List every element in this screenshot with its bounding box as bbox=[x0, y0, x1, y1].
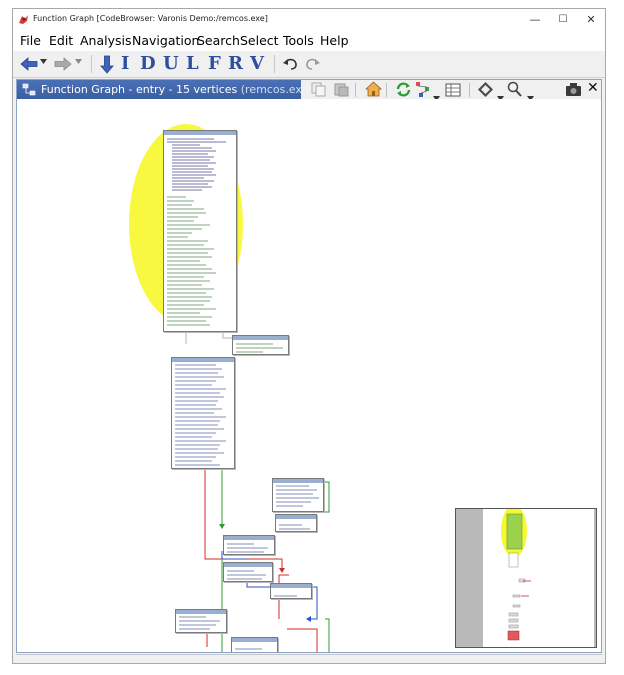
window-title: Function Graph [CodeBrowser: Varonis Dem… bbox=[33, 14, 268, 23]
next-label-button[interactable]: L bbox=[186, 53, 199, 74]
undo-button[interactable] bbox=[281, 54, 299, 74]
vertex-block-6[interactable] bbox=[223, 562, 273, 582]
menu-analysis[interactable]: Analysis bbox=[80, 33, 132, 48]
toolbar-separator bbox=[274, 55, 275, 73]
forward-history-dropdown[interactable] bbox=[75, 59, 82, 79]
menu-bar: File Edit Analysis Navigation Search Sel… bbox=[13, 31, 605, 51]
maximize-button[interactable]: ☐ bbox=[549, 9, 577, 31]
menu-navigation[interactable]: Navigation bbox=[132, 33, 199, 48]
next-function-button[interactable]: F bbox=[208, 53, 221, 74]
vertex-block-7[interactable] bbox=[270, 583, 312, 599]
panel-title: Function Graph - entry - 15 vertices (re… bbox=[41, 83, 313, 96]
dropdown-arrow-icon bbox=[40, 59, 47, 64]
vertex-header bbox=[224, 536, 274, 540]
copy-icon bbox=[311, 82, 326, 97]
vertex-code-lines bbox=[235, 648, 262, 650]
navigate-back-button[interactable] bbox=[19, 54, 39, 74]
vertex-header bbox=[233, 336, 288, 340]
vertex-header bbox=[276, 515, 316, 519]
function-graph-icon bbox=[22, 83, 36, 96]
vertex-code-lines bbox=[276, 485, 319, 507]
next-data-button[interactable]: D bbox=[140, 53, 156, 74]
satellite-overview[interactable] bbox=[455, 505, 597, 648]
minimize-button[interactable]: — bbox=[521, 9, 549, 31]
dropdown-arrow-icon bbox=[75, 59, 82, 64]
edge-true-4 bbox=[325, 618, 330, 652]
vertex-code-lines bbox=[279, 524, 310, 530]
panel-title-bar: Function Graph - entry - 15 vertices (re… bbox=[17, 80, 601, 101]
arrow-down-icon bbox=[100, 55, 114, 74]
vertex-header bbox=[271, 584, 311, 588]
next-different-value-button[interactable]: V bbox=[250, 53, 264, 74]
vertex-block-2[interactable] bbox=[171, 357, 235, 469]
vertex-block-8[interactable] bbox=[175, 609, 227, 633]
arrow-left-icon bbox=[20, 57, 38, 71]
toolbar-separator bbox=[91, 55, 92, 73]
menu-select[interactable]: Select bbox=[240, 33, 279, 48]
vertex-block-9[interactable] bbox=[231, 637, 278, 652]
vertex-code-lines bbox=[167, 138, 226, 326]
vertex-code-lines bbox=[175, 364, 226, 466]
graph-canvas[interactable] bbox=[17, 99, 601, 652]
title-bar: Function Graph [CodeBrowser: Varonis Dem… bbox=[13, 9, 605, 31]
vertex-header bbox=[232, 638, 277, 642]
back-history-dropdown[interactable] bbox=[40, 59, 47, 79]
paste-icon bbox=[334, 83, 349, 97]
diamond-arrows-icon bbox=[478, 82, 493, 97]
edge-false-4 bbox=[287, 628, 318, 652]
vertex-block-1[interactable] bbox=[232, 335, 289, 355]
vertex-block-5[interactable] bbox=[223, 535, 275, 555]
status-bar bbox=[16, 654, 602, 663]
panel-toolbar-separator bbox=[469, 83, 470, 97]
satellite-graph-preview bbox=[501, 505, 531, 641]
undo-icon bbox=[283, 58, 297, 70]
next-instruction-button[interactable]: I bbox=[121, 53, 129, 74]
satellite-viewport[interactable] bbox=[483, 505, 594, 647]
redo-button[interactable] bbox=[304, 54, 322, 74]
function-graph-panel: Function Graph - entry - 15 vertices (re… bbox=[16, 79, 602, 653]
close-x-icon: ✕ bbox=[587, 80, 599, 96]
menu-edit[interactable]: Edit bbox=[49, 33, 73, 48]
menu-help[interactable]: Help bbox=[320, 33, 349, 48]
vertex-block-4[interactable] bbox=[275, 514, 317, 532]
next-address-button[interactable] bbox=[99, 54, 115, 74]
menu-search[interactable]: Search bbox=[197, 33, 240, 48]
arrowhead bbox=[306, 616, 311, 622]
graph-layout-icon bbox=[416, 82, 429, 97]
vertex-code-lines bbox=[227, 570, 266, 580]
ghidra-dragon-icon bbox=[19, 15, 28, 24]
arrowhead bbox=[219, 524, 225, 529]
vertex-entry[interactable] bbox=[163, 130, 237, 332]
vertex-block-3[interactable] bbox=[272, 478, 324, 512]
panel-toolbar: ✕ bbox=[301, 80, 601, 101]
menu-file[interactable]: File bbox=[20, 33, 41, 48]
arrow-right-icon bbox=[54, 57, 72, 71]
vertex-code-lines bbox=[236, 343, 283, 353]
app-window: Function Graph [CodeBrowser: Varonis Dem… bbox=[12, 8, 606, 664]
vertex-code-lines bbox=[274, 595, 297, 597]
arrowhead bbox=[279, 568, 285, 573]
panel-title-function: Function Graph - entry - 15 vertices bbox=[41, 83, 238, 96]
refresh-icon bbox=[396, 82, 411, 97]
navigate-forward-button[interactable] bbox=[53, 54, 73, 74]
go-to-function-entry-button[interactable] bbox=[364, 81, 383, 101]
redo-icon bbox=[306, 58, 320, 70]
magnifier-icon bbox=[507, 81, 522, 97]
next-undefined-button[interactable]: U bbox=[163, 53, 179, 74]
panel-toolbar-separator bbox=[355, 83, 356, 97]
main-toolbar: I D U L F R V bbox=[13, 51, 605, 78]
next-non-function-button[interactable]: R bbox=[228, 53, 243, 74]
close-panel-button[interactable]: ✕ bbox=[587, 80, 599, 96]
panel-toolbar-separator bbox=[386, 83, 387, 97]
vertex-header bbox=[224, 563, 272, 567]
vertex-code-lines bbox=[179, 616, 220, 630]
table-format-icon bbox=[445, 83, 461, 97]
home-icon bbox=[364, 81, 383, 97]
close-window-button[interactable]: ✕ bbox=[577, 9, 605, 31]
vertex-code-lines bbox=[227, 543, 268, 553]
camera-icon bbox=[566, 83, 581, 96]
menu-tools[interactable]: Tools bbox=[283, 33, 314, 48]
